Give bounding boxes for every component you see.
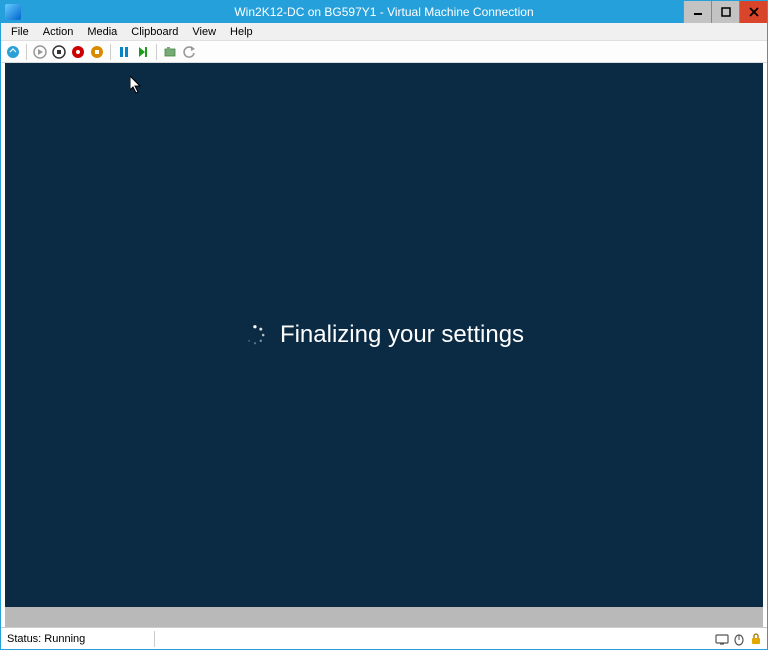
display-config-icon[interactable] [715,632,729,646]
vm-connection-window: Win2K12-DC on BG597Y1 - Virtual Machine … [0,0,768,650]
revert-button[interactable] [181,44,197,60]
menu-help[interactable]: Help [224,25,259,39]
reset-button[interactable] [135,44,151,60]
window-buttons [683,1,767,23]
menu-media[interactable]: Media [81,25,123,39]
menu-clipboard[interactable]: Clipboard [125,25,184,39]
toolbar-separator [110,44,111,60]
spinner-icon [244,324,266,346]
guest-status: Finalizing your settings [244,321,524,349]
app-icon [5,4,21,20]
close-button[interactable] [739,1,767,23]
minimize-button[interactable] [683,1,711,23]
lock-icon[interactable] [749,632,763,646]
status-icons [715,632,763,646]
menu-view[interactable]: View [186,25,222,39]
shutdown-button[interactable] [70,44,86,60]
ctrl-alt-del-button[interactable] [5,44,21,60]
guest-viewport[interactable]: Finalizing your settings [5,63,763,607]
maximize-button[interactable] [711,1,739,23]
toolbar-separator [156,44,157,60]
menu-action[interactable]: Action [37,25,80,39]
window-title: Win2K12-DC on BG597Y1 - Virtual Machine … [1,5,767,19]
statusbar: Status: Running [1,627,767,649]
turnoff-button[interactable] [51,44,67,60]
viewport-bottom-bar [5,607,763,627]
mouse-icon[interactable] [732,632,746,646]
guest-message: Finalizing your settings [280,321,524,349]
titlebar: Win2K12-DC on BG597Y1 - Virtual Machine … [1,1,767,23]
toolbar-separator [26,44,27,60]
toolbar [1,41,767,63]
viewport-wrap: Finalizing your settings [1,63,767,627]
start-button[interactable] [32,44,48,60]
save-button[interactable] [89,44,105,60]
snapshot-button[interactable] [162,44,178,60]
pause-button[interactable] [116,44,132,60]
menubar: File Action Media Clipboard View Help [1,23,767,41]
status-text: Status: Running [5,631,155,647]
menu-file[interactable]: File [5,25,35,39]
